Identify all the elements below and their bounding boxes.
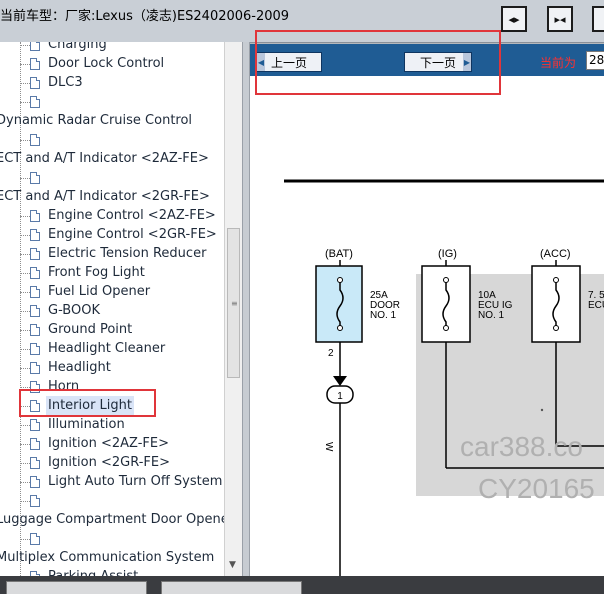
tree-item[interactable]: Multiplex Communication System xyxy=(0,548,214,567)
tree-item[interactable]: Ground Point xyxy=(48,320,132,339)
tree-connector xyxy=(20,140,30,141)
tree-item[interactable]: G-BOOK xyxy=(48,301,100,320)
single-page-icon: ◂▸ xyxy=(508,12,520,26)
tree-item[interactable]: ECT and A/T Indicator <2GR-FE> xyxy=(0,187,210,206)
tree-connector xyxy=(20,292,30,293)
highlight-box-tree xyxy=(19,389,156,417)
tree-connector xyxy=(20,501,30,502)
bottom-tab-2[interactable] xyxy=(161,581,302,594)
fuse-name-line: NO. 1 xyxy=(370,310,397,321)
document-icon xyxy=(30,248,40,260)
bottom-toolbar xyxy=(0,576,604,594)
double-page-icon: ▸◂ xyxy=(554,12,566,26)
document-icon xyxy=(30,42,40,51)
tree-connector xyxy=(20,349,30,350)
tree-connector xyxy=(20,539,30,540)
tree-item[interactable]: Ignition <2GR-FE> xyxy=(48,453,170,472)
document-icon xyxy=(30,286,40,298)
tree-connector xyxy=(20,387,30,388)
tree-connector xyxy=(20,45,30,46)
tree-connector xyxy=(20,102,30,103)
document-icon xyxy=(30,210,40,222)
tree-connector xyxy=(20,482,30,483)
tree-connector xyxy=(20,330,30,331)
document-icon xyxy=(30,267,40,279)
tree-item[interactable]: Illumination xyxy=(48,415,125,434)
fuse-name-line: ECU xyxy=(588,300,604,311)
tree-item[interactable]: Parking Assist xyxy=(48,567,138,576)
tree-item[interactable]: Luggage Compartment Door Opener xyxy=(0,510,234,529)
tree-item[interactable]: Headlight xyxy=(48,358,111,377)
tree-item[interactable]: DLC3 xyxy=(48,73,83,92)
document-icon xyxy=(30,438,40,450)
document-icon xyxy=(30,533,40,545)
tree-connector xyxy=(20,254,30,255)
current-page-input[interactable]: 280 xyxy=(586,51,604,70)
tree-item[interactable]: Dynamic Radar Cruise Control xyxy=(0,111,192,130)
tree-item[interactable]: ECT and A/T Indicator <2AZ-FE> xyxy=(0,149,209,168)
tree-item[interactable]: Fuel Lid Opener xyxy=(48,282,150,301)
bottom-tab-1[interactable] xyxy=(6,581,147,594)
current-page-label: 当前为 xyxy=(540,56,577,70)
watermark-text: CY20165 xyxy=(478,473,595,504)
tree-connector xyxy=(20,64,30,65)
document-icon xyxy=(30,58,40,70)
document-icon xyxy=(30,343,40,355)
tree-connector xyxy=(20,368,30,369)
tree-scrollbar[interactable]: ≡ ▼ xyxy=(224,42,243,576)
watermark-text: car388.co xyxy=(460,431,583,462)
highlight-box-nav xyxy=(255,30,501,95)
fuse-name-line: NO. 1 xyxy=(478,310,505,321)
document-icon xyxy=(30,457,40,469)
tree-item[interactable]: Ignition <2AZ-FE> xyxy=(48,434,169,453)
document-icon xyxy=(30,495,40,507)
tree-item[interactable]: Charging xyxy=(48,42,107,54)
tree-connector xyxy=(20,273,30,274)
pin-number: 2 xyxy=(328,348,334,359)
document-icon xyxy=(30,305,40,317)
wire-color: W xyxy=(323,442,334,452)
tree-connector xyxy=(20,83,30,84)
scrollbar-thumb[interactable]: ≡ xyxy=(227,228,240,378)
tree-item[interactable]: Light Auto Turn Off System xyxy=(48,472,222,491)
tree-item[interactable]: Electric Tension Reducer xyxy=(48,244,206,263)
wiring-diagram: (BAT) 25A DOOR NO. 1 2 1 W (IG) 10A ECU … xyxy=(250,76,604,576)
fit-page-button[interactable] xyxy=(592,6,604,32)
panel-splitter[interactable] xyxy=(242,42,250,576)
tree-item[interactable]: Engine Control <2GR-FE> xyxy=(48,225,217,244)
document-icon xyxy=(30,134,40,146)
document-icon xyxy=(30,476,40,488)
tree-item[interactable]: Engine Control <2AZ-FE> xyxy=(48,206,216,225)
document-icon xyxy=(30,419,40,431)
single-page-button[interactable]: ◂▸ xyxy=(501,6,527,32)
tree-connector xyxy=(20,235,30,236)
window-title: 当前车型：厂家:Lexus（凌志)ES2402006-2009 xyxy=(0,9,290,24)
tree-item[interactable]: Headlight Cleaner xyxy=(48,339,165,358)
tree-connector xyxy=(20,444,30,445)
diagram-canvas: (BAT) 25A DOOR NO. 1 2 1 W (IG) 10A ECU … xyxy=(284,179,604,576)
document-icon xyxy=(30,172,40,184)
connector-number: 1 xyxy=(337,391,343,402)
tree-connector xyxy=(20,463,30,464)
tree-item[interactable]: Front Fog Light xyxy=(48,263,145,282)
tree-connector xyxy=(20,311,30,312)
document-icon xyxy=(30,96,40,108)
document-icon xyxy=(30,77,40,89)
tree-connector xyxy=(20,178,30,179)
fuse-source-label: (IG) xyxy=(438,248,457,260)
tree-connector xyxy=(20,425,30,426)
tree-connector xyxy=(20,216,30,217)
fuse-source-label: (BAT) xyxy=(325,248,353,260)
tree-item[interactable]: Door Lock Control xyxy=(48,54,164,73)
scroll-down-icon[interactable]: ▼ xyxy=(229,560,236,570)
fuse-source-label: (ACC) xyxy=(540,248,571,260)
document-icon xyxy=(30,324,40,336)
document-icon xyxy=(30,362,40,374)
component-tree: Charging Door Lock Control DLC3 Dynamic Rad… xyxy=(0,42,242,576)
double-page-button[interactable]: ▸◂ xyxy=(547,6,573,32)
document-icon xyxy=(30,229,40,241)
